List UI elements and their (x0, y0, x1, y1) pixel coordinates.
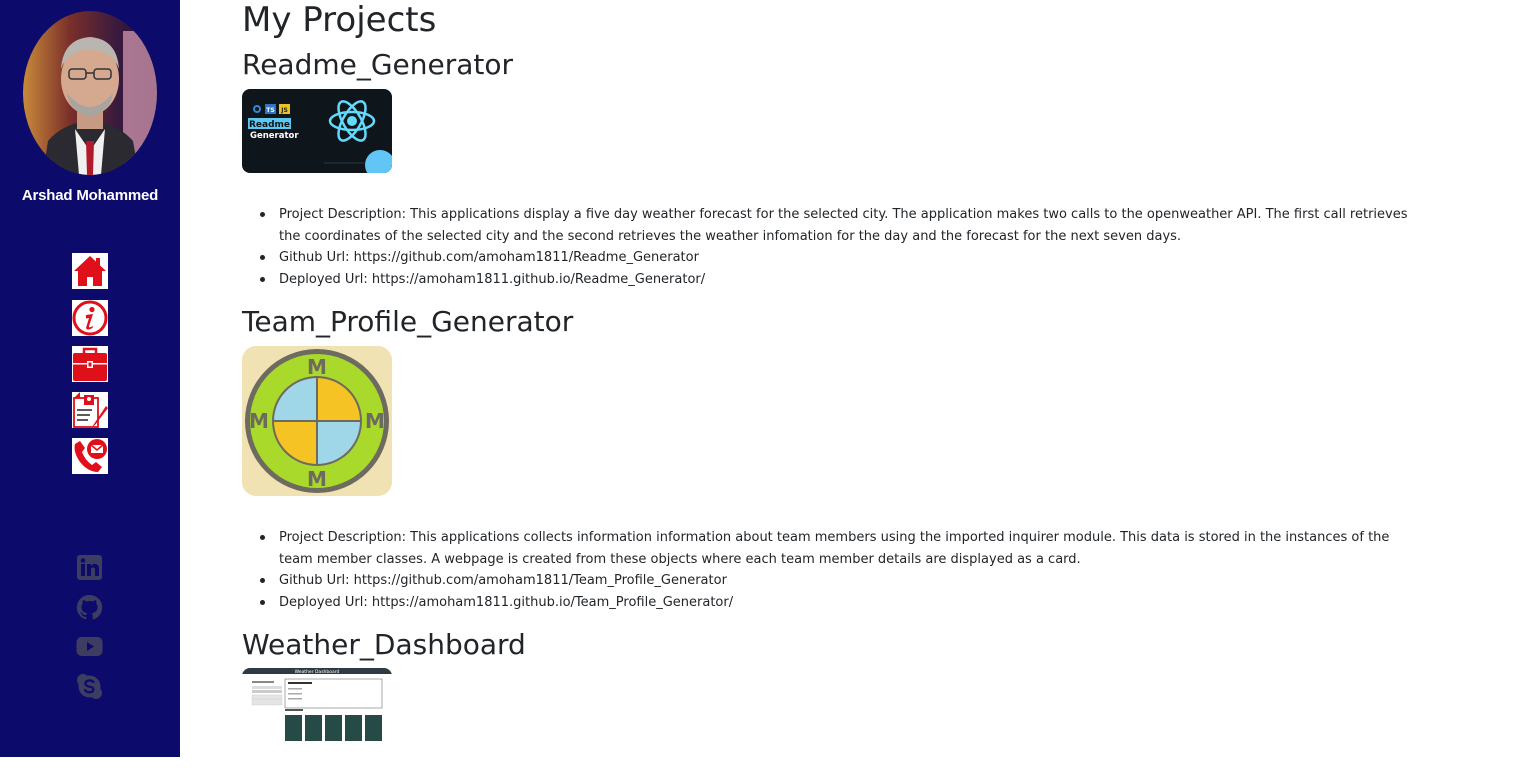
youtube-icon (76, 637, 103, 656)
readme-thumbnail-text: Readme (249, 120, 290, 130)
github-icon (76, 594, 103, 620)
github-url: Github Url: https://github.com/amoham181… (260, 247, 1409, 269)
sidebar: Arshad Mohammed (0, 0, 180, 757)
project-title-team-profile-generator: Team_Profile_Generator (242, 305, 574, 338)
readme-generator-details: Project Description: This applications d… (242, 204, 1409, 290)
team-profile-generator-thumbnail[interactable]: M M M M (242, 346, 392, 496)
readme-generator-thumbnail[interactable]: TS JS Readme Generator (242, 89, 392, 173)
nav-contact[interactable] (72, 438, 108, 474)
contact-icon (72, 438, 108, 474)
skype-icon (77, 674, 102, 699)
profile-avatar (23, 11, 157, 175)
weather-dashboard-thumbnail[interactable]: Weather Dashboard (242, 668, 392, 743)
youtube-link[interactable] (76, 633, 103, 660)
m-letter-left: M (249, 409, 269, 433)
project-description: Project Description: This applications d… (260, 204, 1409, 247)
info-icon (72, 300, 108, 336)
linkedin-link[interactable] (76, 554, 103, 581)
home-icon (72, 253, 108, 289)
nav-home[interactable] (72, 253, 108, 289)
linkedin-icon (77, 555, 102, 580)
generator-thumbnail-text: Generator (250, 131, 299, 141)
ts-badge: TS (266, 107, 274, 114)
js-badge: JS (280, 107, 288, 114)
nav-portfolio[interactable] (72, 346, 108, 382)
deployed-url: Deployed Url: https://amoham1811.github.… (260, 269, 1409, 291)
skype-link[interactable] (76, 673, 103, 700)
resume-icon (72, 392, 108, 428)
owner-name: Arshad Mohammed (21, 187, 159, 204)
deployed-url: Deployed Url: https://amoham1811.github.… (260, 592, 1409, 614)
nav-resume[interactable] (72, 392, 108, 428)
nav-about[interactable] (72, 300, 108, 336)
github-url: Github Url: https://github.com/amoham181… (260, 570, 1409, 592)
project-description: Project Description: This applications c… (260, 527, 1409, 570)
project-title-weather-dashboard: Weather_Dashboard (242, 628, 526, 661)
project-title-readme-generator: Readme_Generator (242, 48, 514, 81)
m-letter-right: M (365, 409, 385, 433)
briefcase-icon (72, 346, 108, 382)
page-title: My Projects (242, 0, 437, 40)
m-letter-top: M (307, 355, 327, 379)
weather-thumbnail-header: Weather Dashboard (295, 669, 340, 675)
github-link[interactable] (76, 594, 103, 621)
m-letter-bottom: M (307, 467, 327, 491)
team-profile-generator-details: Project Description: This applications c… (242, 527, 1409, 613)
